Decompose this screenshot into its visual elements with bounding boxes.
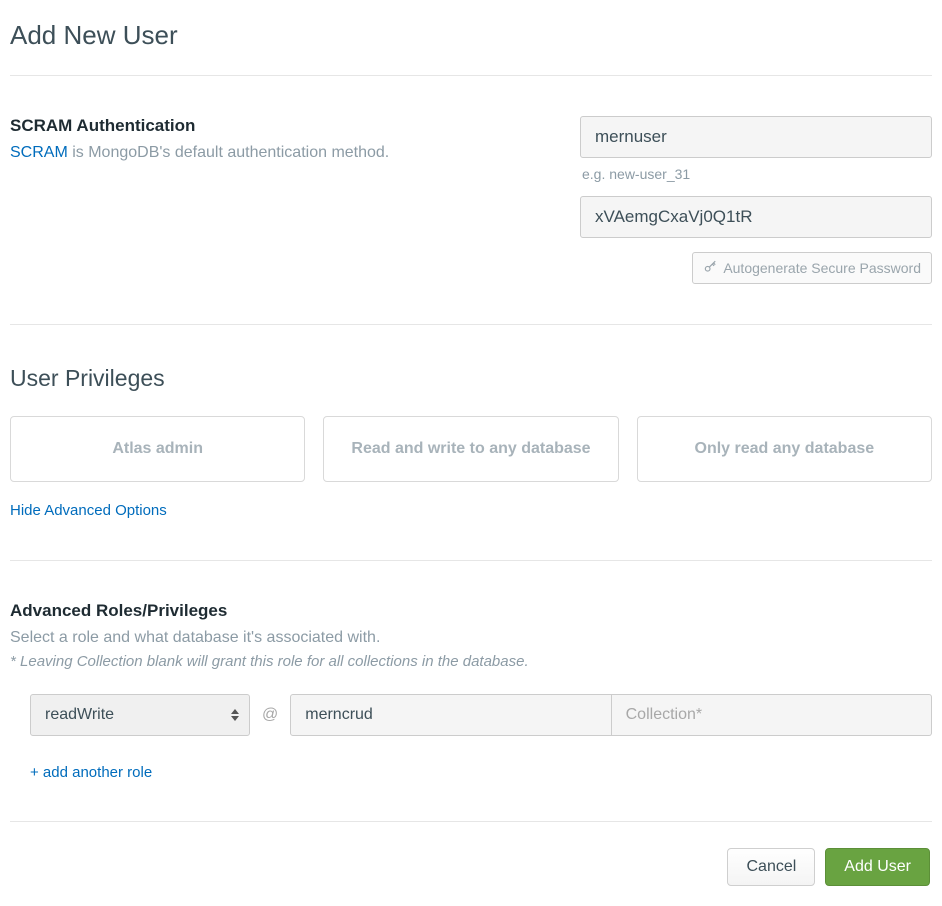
hide-advanced-link[interactable]: Hide Advanced Options [10, 502, 167, 519]
auth-description-text: is MongoDB's default authentication meth… [68, 144, 389, 161]
privileges-title: User Privileges [10, 365, 932, 392]
advanced-description: Select a role and what database it's ass… [10, 629, 932, 647]
privileges-section: User Privileges Atlas admin Read and wri… [10, 325, 932, 560]
add-user-button[interactable]: Add User [825, 848, 930, 886]
role-row: readWrite @ [30, 694, 932, 736]
collection-input[interactable] [612, 694, 932, 736]
at-sign: @ [262, 706, 278, 724]
sort-icon [231, 709, 239, 721]
auth-section: SCRAM Authentication SCRAM is MongoDB's … [10, 76, 932, 324]
page-title: Add New User [10, 20, 932, 51]
role-selected-label: readWrite [45, 706, 114, 724]
role-select[interactable]: readWrite [30, 694, 250, 736]
database-input[interactable] [290, 694, 611, 736]
privilege-card-read-write-any[interactable]: Read and write to any database [323, 416, 618, 482]
advanced-title: Advanced Roles/Privileges [10, 601, 932, 621]
add-another-role-link[interactable]: + add another role [30, 764, 932, 781]
privilege-card-atlas-admin[interactable]: Atlas admin [10, 416, 305, 482]
password-input[interactable] [580, 196, 932, 238]
username-helper: e.g. new-user_31 [582, 166, 930, 182]
autogen-label: Autogenerate Secure Password [723, 260, 921, 276]
cancel-button[interactable]: Cancel [727, 848, 815, 886]
scram-link[interactable]: SCRAM [10, 144, 68, 161]
autogenerate-password-button[interactable]: Autogenerate Secure Password [692, 252, 932, 284]
username-input[interactable] [580, 116, 932, 158]
advanced-section: Advanced Roles/Privileges Select a role … [10, 561, 932, 821]
footer: Cancel Add User [10, 822, 932, 896]
key-icon [703, 260, 717, 277]
auth-description: SCRAM is MongoDB's default authenticatio… [10, 144, 580, 162]
advanced-note: * Leaving Collection blank will grant th… [10, 653, 932, 670]
privilege-card-read-any[interactable]: Only read any database [637, 416, 932, 482]
auth-title: SCRAM Authentication [10, 116, 580, 136]
